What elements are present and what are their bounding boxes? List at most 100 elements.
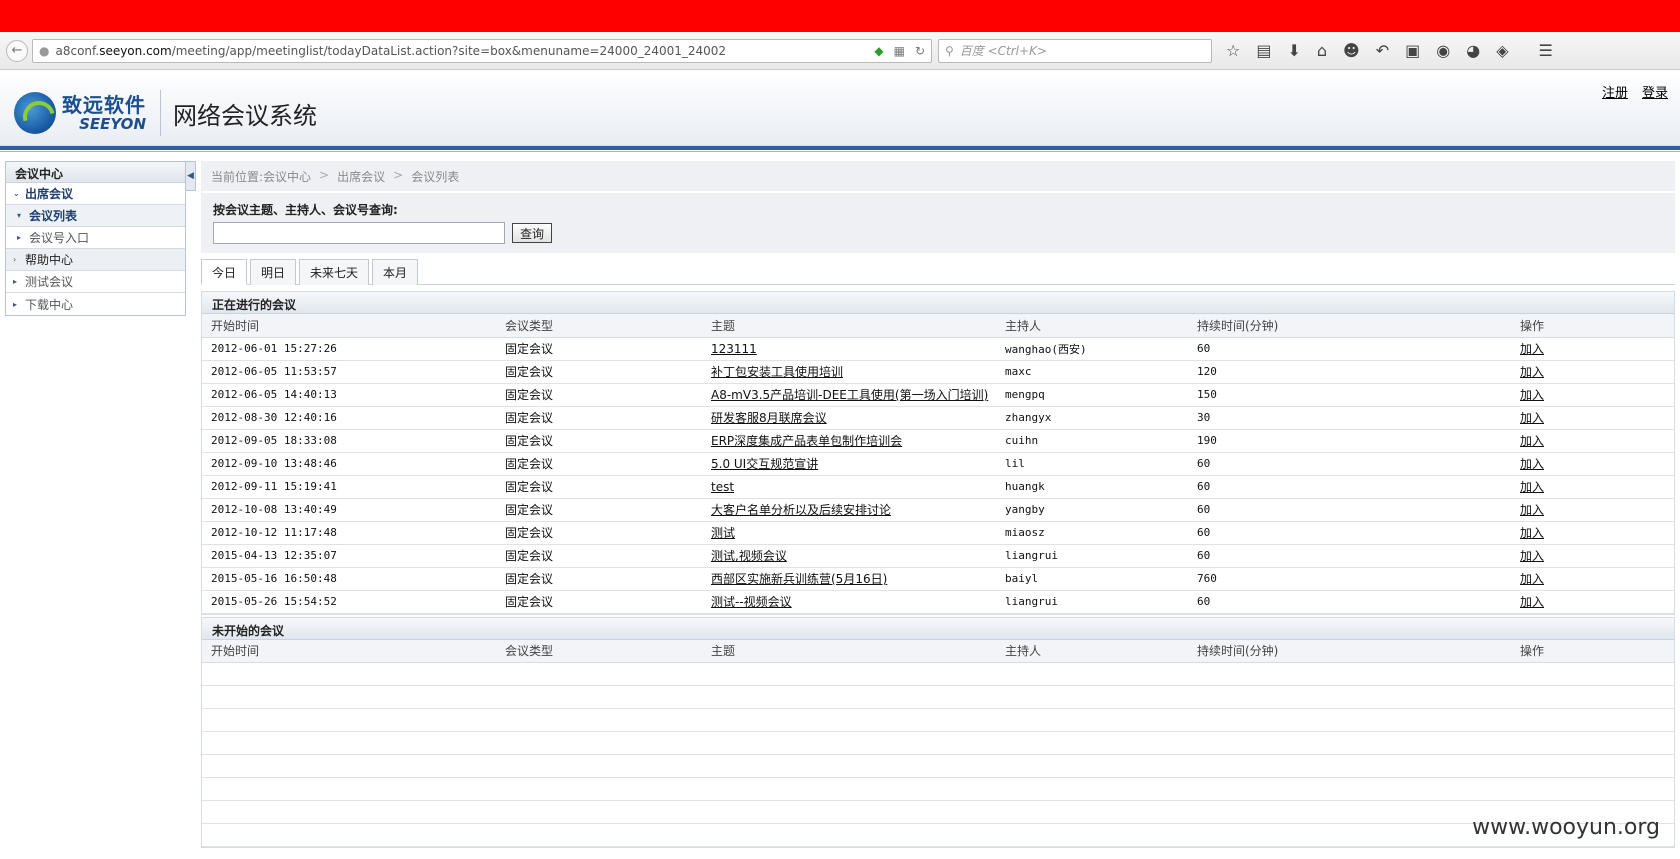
extension-icon[interactable]: ◈ [1496,41,1508,60]
topic-link[interactable]: 测试,视频会议 [711,549,787,563]
empty-cell [702,754,996,778]
empty-cell [1188,823,1511,847]
duration-cell: 760 [1188,567,1511,591]
table-row: 2012-09-11 15:19:41 固定会议 test huangk 60 加入 [202,475,1674,499]
sidebar-item-download-center[interactable]: ▸ 下载中心 [6,293,185,315]
shield-icon[interactable]: ◆ [874,44,883,58]
topic-link[interactable]: 5.0 UI交互规范宣讲 [711,457,818,471]
duration-cell: 150 [1188,383,1511,407]
seeyon-logo: 致远软件 SEEYON 网络会议系统 [14,90,317,136]
topic-link[interactable]: 西部区实施新兵训练营(5月16日) [711,572,887,586]
header-rule [0,146,1680,150]
column-header-topic: 主题 [702,314,996,338]
topic-link[interactable]: 123111 [711,342,757,356]
join-link[interactable]: 加入 [1520,526,1544,540]
login-link[interactable]: 登录 [1642,82,1668,101]
meeting-type-cell: 固定会议 [505,342,554,356]
empty-cell [496,777,702,801]
empty-cell [702,800,996,824]
sidebar: 会议中心 ⌄ 出席会议 ▾ 会议列表 ▸ 会议号入口 › 帮助中心 ▸ 测试会议… [5,161,186,316]
search-button[interactable]: 查询 [512,223,553,243]
crop-icon[interactable]: ▣ [1405,41,1420,60]
search-input[interactable] [213,222,505,244]
undo-icon[interactable]: ↶ [1376,41,1389,60]
bookmark-star-icon[interactable]: ☆ [1226,41,1240,60]
column-header-type: 会议类型 [496,314,702,338]
start-time-cell: 2012-09-05 18:33:08 [211,434,337,447]
host-cell: baiyl [996,567,1188,591]
join-link[interactable]: 加入 [1520,411,1544,425]
sidebar-item-meeting-number-entry[interactable]: ▸ 会议号入口 [6,227,185,249]
sidebar-item-attend-meeting[interactable]: ⌄ 出席会议 [6,183,185,205]
topic-cell: 补丁包安装工具使用培训 [702,360,996,384]
topic-cell: 测试 [702,521,996,545]
duration-cell: 60 [1197,526,1211,539]
download-icon[interactable]: ⬇ [1287,41,1300,60]
back-icon[interactable]: ← [6,39,28,62]
tab-this-month[interactable]: 本月 [372,259,419,285]
sidebar-item-help-center[interactable]: › 帮助中心 [6,249,185,271]
duration-cell: 60 [1188,452,1511,476]
join-link[interactable]: 加入 [1520,503,1544,517]
meeting-type-cell: 固定会议 [505,549,554,563]
topic-link[interactable]: A8-mV3.5产品培训-DEE工具使用(第一场入门培训) [711,388,988,402]
ongoing-section-title: 正在进行的会议 [202,292,1674,314]
empty-table-row [202,731,1674,755]
join-link[interactable]: 加入 [1520,549,1544,563]
column-header-host: 主持人 [996,639,1188,663]
upcoming-meetings-table: 开始时间 会议类型 主题 主持人 持续时间(分钟) 操作 [202,639,1674,847]
topic-link[interactable]: test [711,480,734,494]
empty-cell [496,708,702,732]
reading-list-icon[interactable]: ▤ [1256,41,1271,60]
meeting-type-cell: 固定会议 [496,475,702,499]
topic-link[interactable]: 研发客服8月联席会议 [711,411,827,425]
tab-today[interactable]: 今日 [201,259,248,285]
topic-link[interactable]: 测试 [711,526,735,540]
menu-icon[interactable]: ☰ [1539,41,1553,60]
tab-tomorrow[interactable]: 明日 [250,259,297,285]
breadcrumb-level2: 出席会议 [337,170,386,184]
host-cell: baiyl [1005,572,1039,585]
address-bar[interactable]: ● a8conf. seeyon.com/meeting/app/meetingl… [32,38,932,63]
join-cell: 加入 [1511,452,1674,476]
empty-cell [702,777,996,801]
globe-icon[interactable]: ◕ [1466,41,1480,60]
duration-cell: 60 [1188,498,1511,522]
join-link[interactable]: 加入 [1520,480,1544,494]
join-link[interactable]: 加入 [1520,457,1544,471]
join-link[interactable]: 加入 [1520,342,1544,356]
register-link[interactable]: 注册 [1602,82,1628,101]
duration-cell: 760 [1197,572,1217,585]
topic-link[interactable]: ERP深度集成产品表单包制作培训会 [711,434,902,448]
start-time-cell: 2012-10-12 11:17:48 [211,526,337,539]
join-link[interactable]: 加入 [1520,595,1544,609]
empty-cell [496,685,702,709]
empty-cell [702,708,996,732]
reload-icon[interactable]: ↻ [915,44,925,58]
chat-icon[interactable]: ☻ [1343,41,1360,60]
empty-cell [1188,685,1511,709]
site-info-icon[interactable]: ● [39,44,49,58]
join-link[interactable]: 加入 [1520,572,1544,586]
date-tabs: 今日 明日 未来七天 本月 [201,259,1675,285]
topic-link[interactable]: 测试--视频会议 [711,595,792,609]
topic-link[interactable]: 补丁包安装工具使用培训 [711,365,843,379]
table-row: 2012-06-01 15:27:26 固定会议 123111 wanghao(西安)… [202,337,1674,361]
qrcode-icon[interactable]: ▦ [894,44,905,58]
topic-link[interactable]: 大客户名单分析以及后续安排讨论 [711,503,891,517]
empty-cell [496,662,702,686]
tab-next-seven-days[interactable]: 未来七天 [299,259,370,285]
sidebar-item-test-meeting[interactable]: ▸ 测试会议 [6,271,185,293]
join-link[interactable]: 加入 [1520,365,1544,379]
search-panel: 按会议主题、主持人、会议号查询: 查询 [201,193,1675,253]
start-time-cell: 2012-06-01 15:27:26 [211,342,337,355]
home-icon[interactable]: ⌂ [1317,41,1327,60]
sidebar-item-meeting-list[interactable]: ▾ 会议列表 [6,205,185,227]
join-link[interactable]: 加入 [1520,388,1544,402]
topic-cell: 测试--视频会议 [702,590,996,614]
comment-icon[interactable]: ◉ [1436,41,1450,60]
join-link[interactable]: 加入 [1520,434,1544,448]
browser-search-input[interactable]: ⚲ 百度 <Ctrl+K> [938,38,1212,63]
sidebar-collapse-handle[interactable]: ◀ [186,161,196,191]
meeting-type-cell: 固定会议 [496,383,702,407]
